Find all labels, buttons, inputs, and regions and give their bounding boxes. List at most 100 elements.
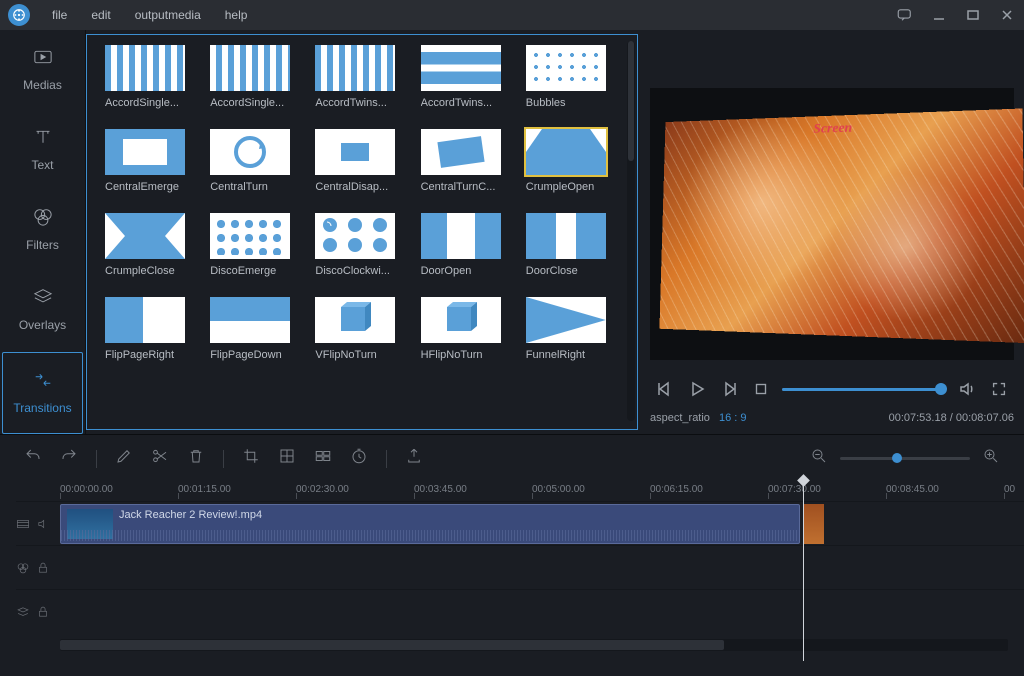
transition-item[interactable]: DoorClose	[526, 213, 614, 277]
transition-thumbnail	[105, 297, 185, 343]
transition-item[interactable]: CentralTurn	[210, 129, 298, 193]
transition-thumbnail	[210, 213, 290, 259]
menu-outputmedia[interactable]: outputmedia	[123, 8, 213, 22]
transition-thumbnail	[315, 129, 395, 175]
play-button[interactable]	[686, 378, 708, 400]
transition-thumbnail	[526, 213, 606, 259]
close-button[interactable]	[998, 6, 1016, 24]
transition-name: FlipPageDown	[210, 349, 298, 361]
sidebar-label: Transitions	[13, 401, 71, 415]
playhead[interactable]	[803, 480, 804, 661]
transition-name: Bubbles	[526, 97, 614, 109]
ruler-tick: 00:00:00.00	[60, 484, 178, 495]
transition-thumbnail	[421, 45, 501, 91]
transition-thumbnail	[526, 45, 606, 91]
transition-thumbnail	[315, 45, 395, 91]
transition-name: CentralEmerge	[105, 181, 193, 193]
transition-item[interactable]: DiscoEmerge	[210, 213, 298, 277]
transition-name: DiscoEmerge	[210, 265, 298, 277]
transition-item[interactable]: DiscoClockwi...	[315, 213, 403, 277]
menu-edit[interactable]: edit	[79, 8, 122, 22]
timeline-clip[interactable]: Jack Reacher 2 Review!.mp4	[60, 504, 800, 544]
preview-progress-bar[interactable]	[782, 388, 946, 391]
mute-icon[interactable]	[36, 517, 50, 531]
volume-button[interactable]	[956, 378, 978, 400]
timeline-tracks: Jack Reacher 2 Review!.mp4	[0, 501, 1024, 633]
menu-bar: file edit outputmedia help	[0, 0, 1024, 30]
duration-button[interactable]	[350, 447, 368, 470]
split-button[interactable]	[151, 447, 169, 470]
menu-file[interactable]: file	[40, 8, 79, 22]
filter-track-icon	[16, 561, 30, 575]
sidebar-tab-text[interactable]: Text	[0, 110, 85, 190]
transition-item[interactable]: CentralTurnC...	[421, 129, 509, 193]
transition-item[interactable]: FlipPageRight	[105, 297, 193, 361]
transition-name: FlipPageRight	[105, 349, 193, 361]
delete-button[interactable]	[187, 447, 205, 470]
transition-item[interactable]: FunnelRight	[526, 297, 614, 361]
menu-help[interactable]: help	[213, 8, 260, 22]
transition-thumbnail	[210, 297, 290, 343]
transition-item[interactable]: AccordTwins...	[421, 45, 509, 109]
panel-scrollbar[interactable]	[627, 41, 635, 421]
video-track[interactable]: Jack Reacher 2 Review!.mp4	[16, 501, 1024, 545]
sidebar-tab-overlays[interactable]: Overlays	[0, 270, 85, 350]
transition-item[interactable]: AccordTwins...	[315, 45, 403, 109]
sidebar-tab-medias[interactable]: Medias	[0, 30, 85, 110]
preview-viewport[interactable]: Screen	[650, 88, 1014, 360]
zoom-out-button[interactable]	[810, 447, 828, 470]
ruler-tick: 00:03:45.00	[414, 484, 532, 495]
redo-button[interactable]	[60, 447, 78, 470]
sidebar: Medias Text Filters Overlays Transitions	[0, 30, 86, 434]
sidebar-tab-transitions[interactable]: Transitions	[2, 352, 83, 434]
zoom-slider[interactable]	[840, 457, 970, 460]
timeline-area: 00:00:00.0000:01:15.0000:02:30.0000:03:4…	[0, 434, 1024, 651]
mosaic-button[interactable]	[278, 447, 296, 470]
filter-track[interactable]	[16, 545, 1024, 589]
transition-item[interactable]: CentralDisap...	[315, 129, 403, 193]
transition-item[interactable]: DoorOpen	[421, 213, 509, 277]
transition-item[interactable]: HFlipNoTurn	[421, 297, 509, 361]
feedback-icon[interactable]	[896, 6, 914, 24]
timeline-ruler[interactable]: 00:00:00.0000:01:15.0000:02:30.0000:03:4…	[0, 480, 1024, 501]
sidebar-tab-filters[interactable]: Filters	[0, 190, 85, 270]
prev-frame-button[interactable]	[654, 378, 676, 400]
next-frame-button[interactable]	[718, 378, 740, 400]
timeline-clip-2[interactable]	[804, 504, 824, 544]
ruler-tick: 00:07:30.00	[768, 484, 886, 495]
transition-name: HFlipNoTurn	[421, 349, 509, 361]
aspect-ratio-value[interactable]: 16 : 9	[719, 412, 747, 424]
preview-pane: Screen aspect_ratio 16 : 9 00:07:53.18 /…	[644, 30, 1024, 434]
minimize-button[interactable]	[930, 6, 948, 24]
transition-name: DoorClose	[526, 265, 614, 277]
stop-button[interactable]	[750, 378, 772, 400]
sidebar-label: Filters	[26, 238, 59, 252]
transition-item[interactable]: CentralEmerge	[105, 129, 193, 193]
transition-item[interactable]: AccordSingle...	[210, 45, 298, 109]
timeline-scrollbar[interactable]	[60, 639, 1008, 651]
edit-tool-button[interactable]	[115, 447, 133, 470]
preview-overlay-text: Screen	[813, 121, 852, 138]
track-head	[16, 517, 60, 531]
lock-icon[interactable]	[36, 561, 50, 575]
transition-item[interactable]: VFlipNoTurn	[315, 297, 403, 361]
aspect-ratio-label: aspect_ratio 16 : 9	[650, 412, 747, 424]
transition-thumbnail	[526, 129, 606, 175]
transition-item[interactable]: Bubbles	[526, 45, 614, 109]
lock-icon[interactable]	[36, 605, 50, 619]
transition-item[interactable]: FlipPageDown	[210, 297, 298, 361]
transition-item[interactable]: CrumpleClose	[105, 213, 193, 277]
zoom-in-button[interactable]	[982, 447, 1000, 470]
sidebar-label: Overlays	[19, 318, 66, 332]
export-button[interactable]	[405, 447, 423, 470]
transition-name: CrumpleOpen	[526, 181, 614, 193]
undo-button[interactable]	[24, 447, 42, 470]
layout-button[interactable]	[314, 447, 332, 470]
fullscreen-button[interactable]	[988, 378, 1010, 400]
maximize-button[interactable]	[964, 6, 982, 24]
transition-item[interactable]: CrumpleOpen	[526, 129, 614, 193]
crop-button[interactable]	[242, 447, 260, 470]
transition-item[interactable]: AccordSingle...	[105, 45, 193, 109]
overlay-track[interactable]	[16, 589, 1024, 633]
transition-name: CrumpleClose	[105, 265, 193, 277]
